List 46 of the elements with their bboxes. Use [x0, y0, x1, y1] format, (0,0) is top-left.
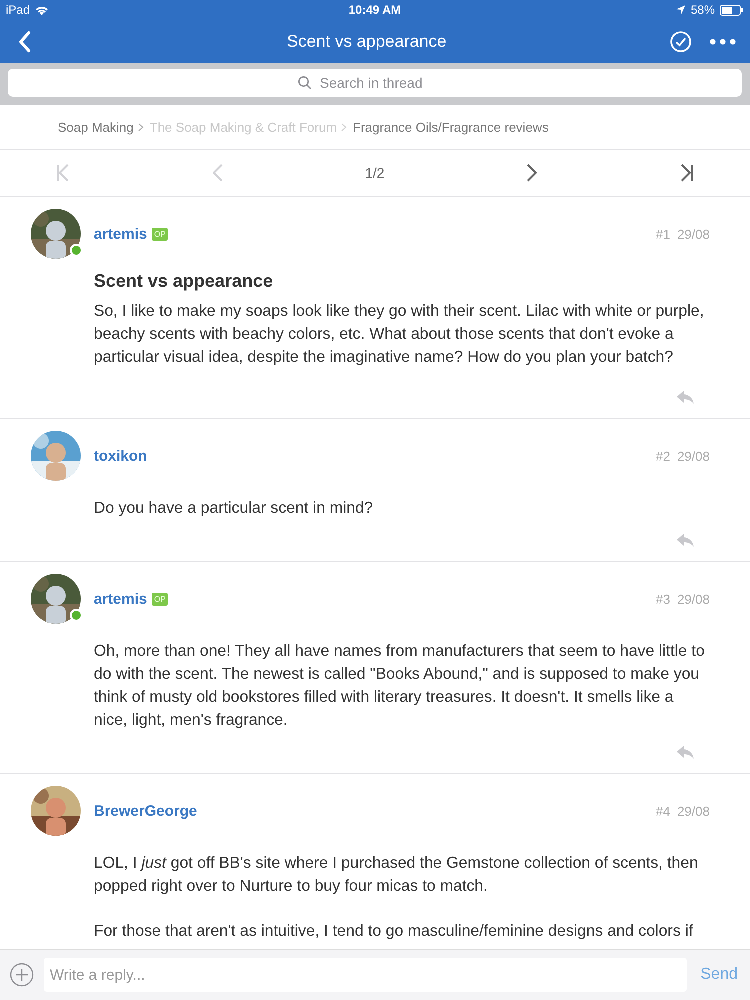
add-icon[interactable]: [10, 963, 34, 987]
search-field[interactable]: Search in thread: [318, 74, 452, 92]
breadcrumb-link[interactable]: Soap Making: [58, 120, 134, 134]
op-badge: OP: [152, 228, 168, 240]
post-date: 29/08: [677, 226, 710, 242]
post-date: 29/08: [677, 448, 710, 464]
post-text: So, I like to make my soaps look like they go with their scent. Lilac with white or purple, beachy scents with beachy colors, etc. What about those scents that don't evoke a particular visual idea, despite the imaginative name? How do you plan your batch?: [94, 302, 706, 368]
check-circle-icon[interactable]: [670, 30, 692, 52]
author-link[interactable]: BrewerGeorge: [94, 802, 198, 820]
post-date: 29/08: [677, 592, 710, 606]
post-title: Scent vs appearance: [94, 271, 274, 292]
post-number: #2: [656, 448, 670, 464]
post-text: For those that aren't as intuitive, I tend to go masculine/feminine designs and colors if: [94, 922, 694, 942]
author-link[interactable]: artemis: [94, 226, 148, 242]
post-text: Do you have a particular scent in mind?: [94, 499, 374, 519]
post-number: #3: [656, 592, 670, 606]
next-page-button[interactable]: [527, 164, 538, 182]
battery-icon: [720, 4, 744, 16]
last-page-button[interactable]: [680, 164, 694, 182]
device-name: iPad: [6, 3, 30, 17]
thread-title: Scent vs appearance: [287, 32, 447, 52]
search-bar[interactable]: Search in thread: [8, 69, 742, 97]
post-text: Oh, more than one! They all have names from manufacturers that seem to have little to do with the scent. The newest is called "Books Abound," and is supposed to make you think of musty old bookstores filled with literary treasures. It doesn't. It smells like a nice, light, men's fragrance.: [94, 642, 706, 731]
battery-percent: 58%: [690, 3, 715, 17]
post-text: LOL, I just got off BB's site where I purchased the Gemstone collection of scents, then popped right over to Nurture to buy four micas to match.: [94, 854, 700, 897]
wifi-icon: [35, 4, 50, 16]
post-number: #1: [656, 226, 670, 242]
chevron-icon: [341, 122, 348, 132]
more-icon[interactable]: [710, 38, 736, 44]
author-link[interactable]: toxikon: [94, 448, 148, 464]
post-date: 29/08: [677, 804, 710, 818]
status-time: 10:49 AM: [348, 3, 402, 17]
author-link[interactable]: artemis: [94, 590, 148, 608]
reply-icon[interactable]: [677, 746, 695, 759]
op-badge: OP: [152, 592, 168, 606]
chevron-icon: [138, 122, 144, 132]
location-icon: [676, 5, 686, 15]
reply-icon[interactable]: [677, 391, 695, 404]
search-icon: [298, 76, 312, 90]
page-indicator: 1/2: [365, 165, 385, 181]
post-number: #4: [656, 804, 670, 818]
reply-icon[interactable]: [677, 534, 695, 547]
breadcrumb-link[interactable]: Fragrance Oils/Fragrance reviews: [353, 120, 549, 134]
send-button[interactable]: Send: [696, 966, 742, 984]
reply-field[interactable]: Write a reply...: [44, 958, 687, 992]
back-button[interactable]: [18, 30, 32, 52]
